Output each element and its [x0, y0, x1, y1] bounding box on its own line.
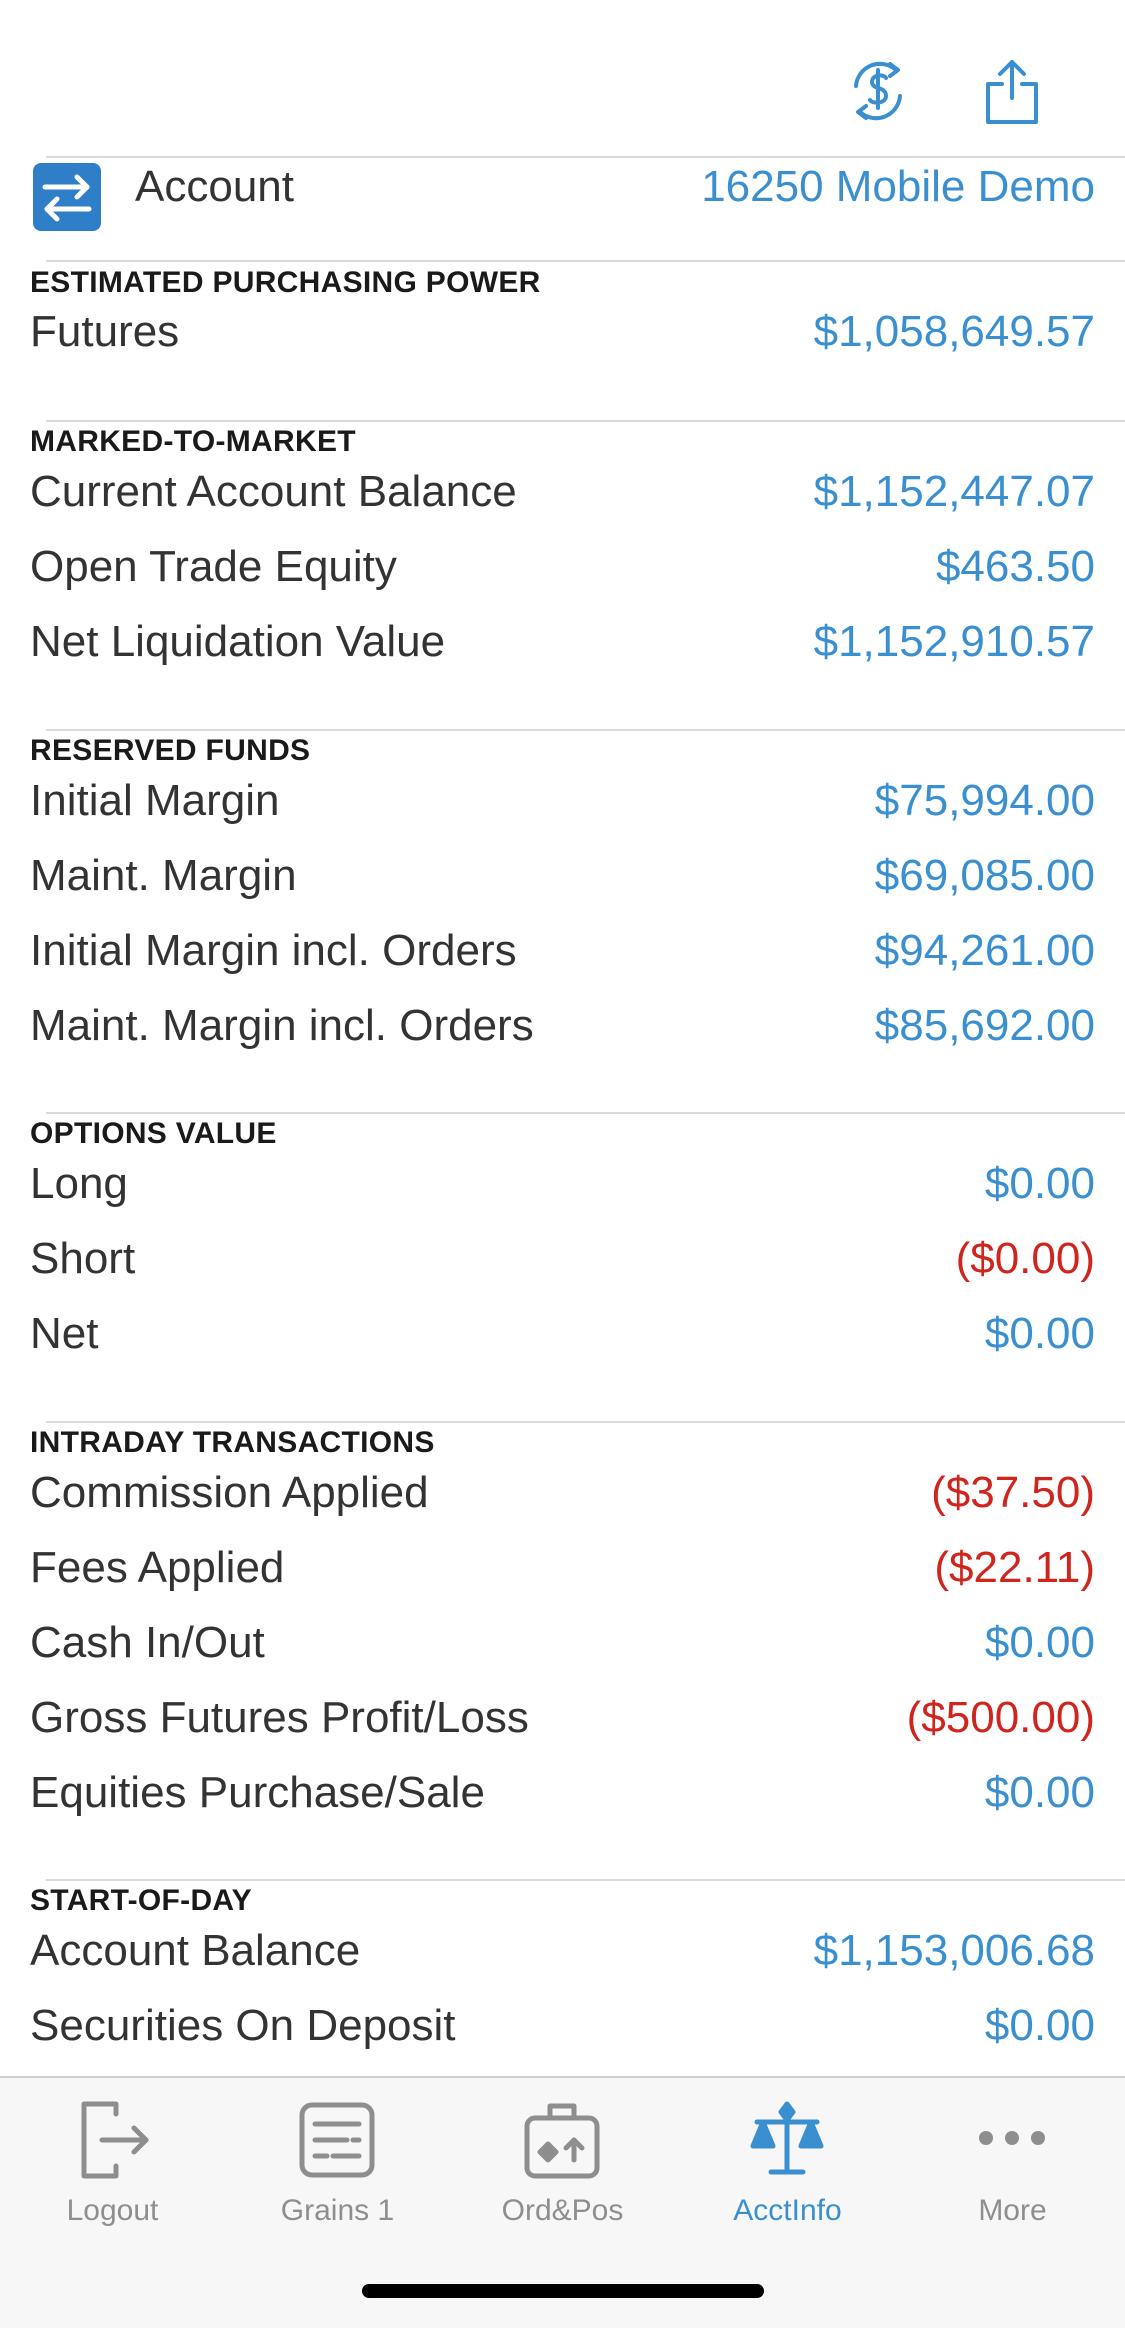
section-header-intraday-transactions: INTRADAY TRANSACTIONS — [30, 1426, 435, 1459]
row-short: Short ($0.00) — [0, 1231, 1125, 1295]
row-value: $1,153,006.68 — [813, 1926, 1095, 1975]
tab-acctinfo[interactable]: AcctInfo — [675, 2100, 900, 2240]
section-header-options-value: OPTIONS VALUE — [30, 1117, 277, 1150]
row-value: $0.00 — [984, 1618, 1095, 1667]
row-maint-margin-incl-orders: Maint. Margin incl. Orders $85,692.00 — [0, 998, 1125, 1062]
row-open-trade-equity: Open Trade Equity $463.50 — [0, 539, 1125, 603]
divider — [46, 729, 1125, 731]
row-value: ($0.00) — [955, 1234, 1095, 1283]
divider — [46, 1112, 1125, 1114]
divider — [46, 1421, 1125, 1423]
briefcase-icon — [522, 2100, 602, 2180]
row-label: Net — [30, 1309, 99, 1358]
row-value: ($22.11) — [934, 1543, 1095, 1592]
home-indicator[interactable] — [362, 2284, 764, 2298]
row-label: Long — [30, 1159, 128, 1208]
row-value: $69,085.00 — [874, 851, 1095, 900]
tab-ord-pos[interactable]: Ord&Pos — [450, 2100, 675, 2240]
row-long: Long $0.00 — [0, 1156, 1125, 1220]
share-icon[interactable] — [980, 56, 1044, 126]
row-label: Equities Purchase/Sale — [30, 1768, 485, 1817]
divider — [46, 420, 1125, 422]
section-header-purchasing-power: ESTIMATED PURCHASING POWER — [30, 266, 541, 299]
row-label: Short — [30, 1234, 136, 1283]
row-label: Maint. Margin incl. Orders — [30, 1001, 534, 1050]
row-maint-margin: Maint. Margin $69,085.00 — [0, 848, 1125, 912]
row-label: Open Trade Equity — [30, 542, 397, 591]
row-label: Initial Margin — [30, 776, 280, 825]
divider — [46, 1879, 1125, 1881]
row-value: $0.00 — [984, 1159, 1095, 1208]
tab-label: More — [978, 2194, 1047, 2227]
row-commission-applied: Commission Applied ($37.50) — [0, 1465, 1125, 1529]
row-value: ($500.00) — [906, 1693, 1095, 1742]
tab-grains-1[interactable]: Grains 1 — [225, 2100, 450, 2240]
row-label: Futures — [30, 307, 180, 356]
section-header-marked-to-market: MARKED-TO-MARKET — [30, 425, 356, 458]
tab-logout[interactable]: Logout — [0, 2100, 225, 2240]
row-futures: Futures $1,058,649.57 — [0, 304, 1125, 368]
tab-label: AcctInfo — [733, 2194, 842, 2227]
row-label: Net Liquidation Value — [30, 617, 446, 666]
top-toolbar — [0, 0, 1125, 156]
row-label: Gross Futures Profit/Loss — [30, 1693, 529, 1742]
row-value: $1,152,910.57 — [813, 617, 1095, 666]
row-label: Maint. Margin — [30, 851, 297, 900]
row-value: $0.00 — [984, 2001, 1095, 2050]
row-net-liquidation-value: Net Liquidation Value $1,152,910.57 — [0, 614, 1125, 678]
section-header-start-of-day: START-OF-DAY — [30, 1884, 252, 1917]
row-value: $1,152,447.07 — [813, 467, 1095, 516]
quote-board-icon — [297, 2100, 377, 2180]
row-label: Account Balance — [30, 1926, 361, 1975]
tab-label: Ord&Pos — [501, 2194, 624, 2227]
row-securities-on-deposit: Securities On Deposit $0.00 — [0, 1998, 1125, 2062]
row-label: Current Account Balance — [30, 467, 517, 516]
swap-arrows-icon[interactable] — [33, 163, 101, 231]
row-net: Net $0.00 — [0, 1306, 1125, 1370]
scales-icon — [747, 2100, 827, 2180]
currency-exchange-icon[interactable] — [846, 56, 910, 126]
row-label: Initial Margin incl. Orders — [30, 926, 517, 975]
section-header-reserved-funds: RESERVED FUNDS — [30, 734, 311, 767]
tab-more[interactable]: More — [900, 2100, 1125, 2240]
row-fees-applied: Fees Applied ($22.11) — [0, 1540, 1125, 1604]
divider — [46, 260, 1125, 262]
row-label: Securities On Deposit — [30, 2001, 456, 2050]
row-gross-futures-profit-loss: Gross Futures Profit/Loss ($500.00) — [0, 1690, 1125, 1754]
row-sod-account-balance: Account Balance $1,153,006.68 — [0, 1923, 1125, 1987]
row-label: Fees Applied — [30, 1543, 285, 1592]
tab-label: Logout — [66, 2194, 159, 2227]
tab-label: Grains 1 — [280, 2194, 395, 2227]
row-value: $94,261.00 — [874, 926, 1095, 975]
row-value: $0.00 — [984, 1768, 1095, 1817]
row-value: $1,058,649.57 — [813, 307, 1095, 356]
account-value[interactable]: 16250 Mobile Demo — [701, 163, 1095, 211]
row-cash-in-out: Cash In/Out $0.00 — [0, 1615, 1125, 1679]
ellipsis-icon — [972, 2100, 1052, 2180]
row-value: $75,994.00 — [874, 776, 1095, 825]
row-value: ($37.50) — [931, 1468, 1095, 1517]
row-equities-purchase-sale: Equities Purchase/Sale $0.00 — [0, 1765, 1125, 1829]
row-initial-margin: Initial Margin $75,994.00 — [0, 773, 1125, 837]
row-current-account-balance: Current Account Balance $1,152,447.07 — [0, 464, 1125, 528]
logout-icon — [72, 2100, 152, 2180]
row-initial-margin-incl-orders: Initial Margin incl. Orders $94,261.00 — [0, 923, 1125, 987]
row-value: $85,692.00 — [874, 1001, 1095, 1050]
row-value: $0.00 — [984, 1309, 1095, 1358]
row-label: Commission Applied — [30, 1468, 429, 1517]
row-value: $463.50 — [935, 542, 1095, 591]
account-label: Account — [135, 162, 294, 211]
row-label: Cash In/Out — [30, 1618, 265, 1667]
